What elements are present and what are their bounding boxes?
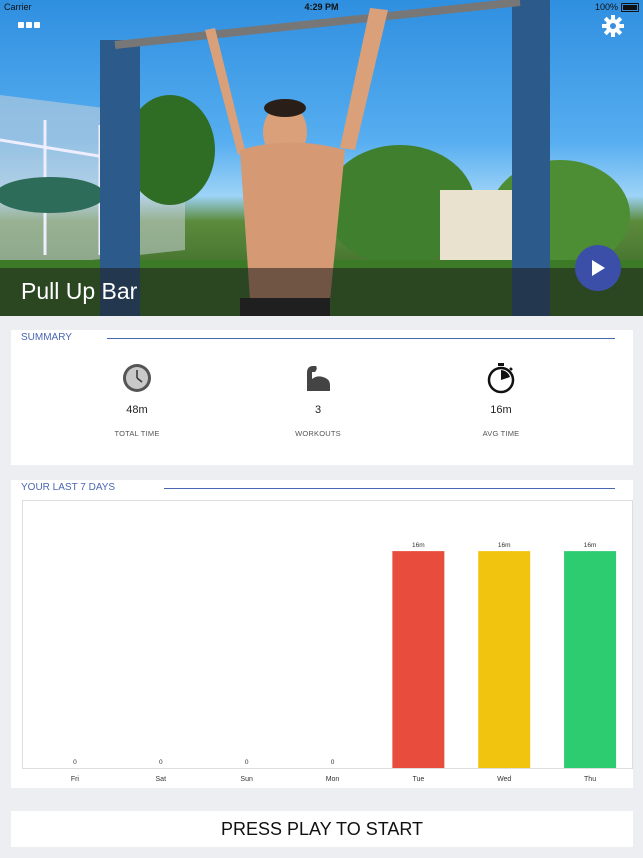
start-button[interactable]: PRESS PLAY TO START bbox=[11, 811, 633, 847]
stopwatch-icon bbox=[487, 363, 515, 394]
chart-tick-label: Sun bbox=[240, 776, 253, 783]
stat-workouts: 3 WORKOUTS bbox=[238, 360, 398, 438]
summary-divider bbox=[107, 338, 615, 339]
chart-bar-wed bbox=[478, 551, 531, 768]
chart-tick-label: Thu bbox=[584, 776, 596, 783]
chart-tick-label: Mon bbox=[326, 776, 340, 783]
chart-tick-label: Fri bbox=[71, 776, 80, 783]
chart-bar-tue bbox=[392, 551, 445, 768]
stat-total-time: 48m TOTAL TIME bbox=[57, 360, 217, 438]
week-heading: YOUR LAST 7 DAYS bbox=[21, 482, 116, 493]
status-bar: Carrier 4:29 PM 100% bbox=[0, 0, 643, 13]
settings-button[interactable] bbox=[601, 14, 625, 43]
chart-tick-label: Tue bbox=[412, 776, 424, 783]
bar-chart: 0 Fri 0 Sat 0 Sun 0 Mon 16m Tue 16m Wed 16m Thu bbox=[71, 542, 617, 783]
stat-label: AVG TIME bbox=[482, 429, 520, 438]
chart-bar-thu bbox=[564, 551, 617, 768]
play-icon bbox=[592, 260, 605, 276]
chart-data-label: 0 bbox=[159, 759, 163, 766]
stat-value: 48m bbox=[126, 404, 148, 416]
stat-label: WORKOUTS bbox=[295, 429, 341, 438]
clock-icon bbox=[123, 364, 151, 392]
menu-button[interactable] bbox=[18, 22, 40, 28]
chart-data-label: 16m bbox=[584, 542, 597, 549]
last-7-days-card: YOUR LAST 7 DAYS 0 Fri 0 Sat 0 Sun 0 Mon 16m Tue 1… bbox=[11, 480, 633, 788]
stat-value: 16m bbox=[490, 404, 512, 416]
gear-icon bbox=[602, 15, 624, 37]
chart-tick-label: Wed bbox=[497, 776, 511, 783]
battery-indicator: 100% bbox=[595, 2, 639, 12]
chart-tick-label: Sat bbox=[156, 776, 167, 783]
page-title: Pull Up Bar bbox=[21, 278, 138, 304]
battery-percent: 100% bbox=[594, 2, 618, 12]
chart-data-label: 16m bbox=[498, 542, 511, 549]
chart-data-label: 16m bbox=[412, 542, 425, 549]
battery-icon bbox=[621, 2, 639, 12]
chart-data-label: 0 bbox=[73, 759, 77, 766]
chart-data-label: 0 bbox=[245, 759, 249, 766]
flexed-arm-icon bbox=[307, 366, 330, 391]
summary-heading: SUMMARY bbox=[21, 332, 72, 343]
chart-data-label: 0 bbox=[331, 759, 335, 766]
summary-card: SUMMARY 48m TOTAL TIME 3 WORKOUTS 16m AV… bbox=[11, 330, 633, 465]
menu-dots-icon bbox=[18, 22, 24, 28]
stat-value: 3 bbox=[314, 404, 322, 416]
week-divider bbox=[164, 488, 615, 489]
stat-avg-time: 16m AVG TIME bbox=[421, 360, 581, 438]
clock-label: 4:29 PM bbox=[304, 2, 339, 12]
stat-label: TOTAL TIME bbox=[114, 429, 160, 438]
play-button[interactable] bbox=[575, 245, 621, 291]
